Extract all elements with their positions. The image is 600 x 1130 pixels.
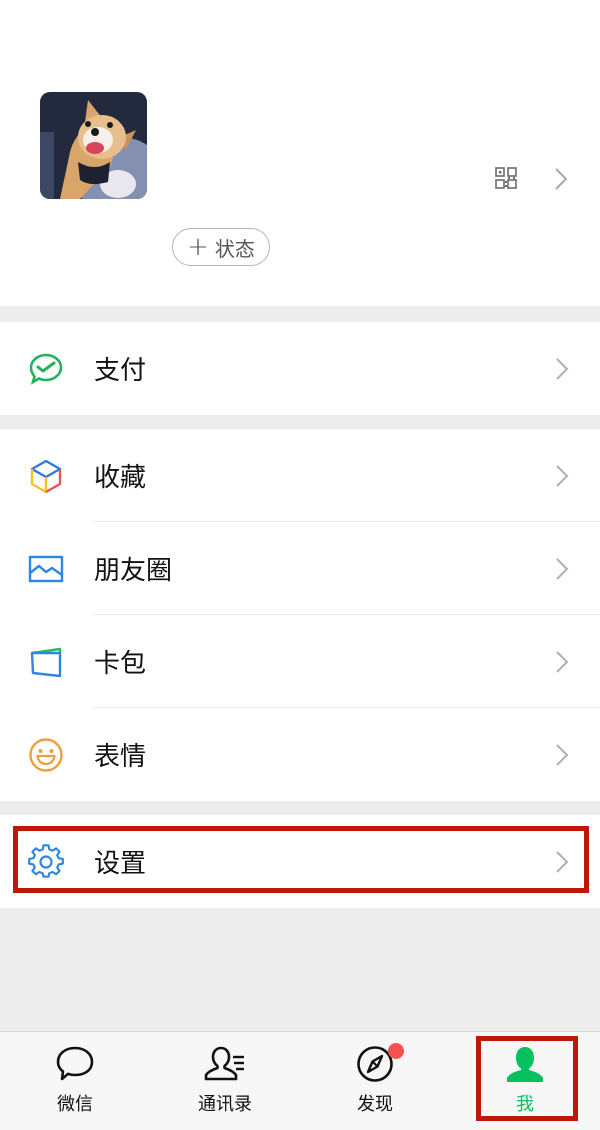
menu-item-label: 设置 [94, 849, 147, 879]
gear-icon [28, 843, 64, 878]
menu-item-moments[interactable]: 朋友圈 [0, 522, 600, 615]
tab-label: 发现 [357, 1094, 393, 1115]
menu-item-cards[interactable]: 卡包 [0, 615, 600, 708]
chevron-right-icon [556, 464, 569, 487]
avatar[interactable] [40, 92, 147, 199]
tab-me[interactable]: 我 [450, 1032, 600, 1130]
menu-section-pay: 支付 [0, 322, 600, 415]
chevron-right-icon [556, 557, 569, 580]
notification-badge [388, 1043, 404, 1059]
menu-item-label: 卡包 [94, 649, 147, 679]
cube-icon [30, 459, 62, 493]
chat-bubble-icon [56, 1046, 94, 1081]
tab-label: 我 [516, 1094, 534, 1115]
menu-item-settings[interactable]: 设置 [0, 815, 600, 908]
card-wallet-icon [30, 647, 62, 677]
qr-code-icon[interactable] [495, 167, 517, 189]
menu-item-favorites[interactable]: 收藏 [0, 429, 600, 522]
status-label: 状态 [214, 236, 255, 261]
menu-item-label: 朋友圈 [94, 556, 173, 586]
tab-discover[interactable]: 发现 [300, 1032, 450, 1130]
tab-label: 微信 [57, 1094, 93, 1115]
menu-item-stickers[interactable]: 表情 [0, 708, 600, 801]
tab-contacts[interactable]: 通讯录 [150, 1032, 300, 1130]
chevron-right-icon [556, 850, 569, 873]
menu-section-settings: 设置 [0, 815, 600, 908]
chevron-right-icon [556, 650, 569, 673]
chevron-right-icon [556, 743, 569, 766]
image-icon [28, 555, 64, 582]
menu-section-main: 收藏 朋友圈 卡包 表情 [0, 429, 600, 801]
add-status-button[interactable]: + 状态 [172, 228, 270, 266]
profile-header[interactable]: + 状态 [0, 0, 600, 306]
person-icon [507, 1047, 543, 1082]
dog-avatar-image [40, 92, 147, 199]
menu-item-pay[interactable]: 支付 [0, 322, 600, 415]
bottom-tab-bar: 微信 通讯录 发现 我 [0, 1031, 600, 1130]
chevron-right-icon[interactable] [553, 166, 569, 192]
menu-item-label: 收藏 [94, 463, 147, 493]
tab-chats[interactable]: 微信 [0, 1032, 150, 1130]
tab-label: 通讯录 [198, 1094, 252, 1115]
smiley-icon [29, 737, 63, 772]
menu-item-label: 表情 [94, 742, 147, 772]
contacts-icon [204, 1046, 244, 1081]
plus-icon: + [187, 232, 209, 262]
menu-item-label: 支付 [94, 356, 147, 386]
chevron-right-icon [556, 357, 569, 380]
wechat-pay-icon [29, 353, 63, 385]
